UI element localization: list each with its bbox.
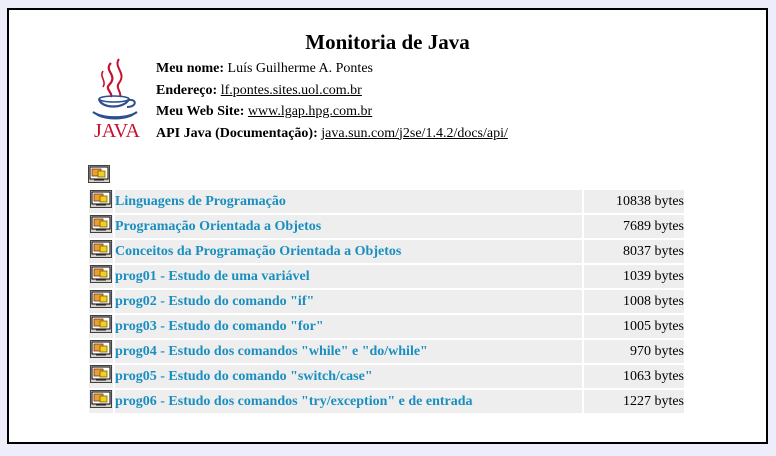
file-name-cell: prog04 - Estudo dos comandos "while" e "…	[115, 340, 582, 363]
file-size: 7689 bytes	[584, 215, 684, 238]
presentation-file-icon[interactable]	[88, 165, 110, 183]
file-size: 1008 bytes	[584, 290, 684, 313]
file-list: Linguagens de Programação 10838 bytes Prog…	[87, 188, 686, 415]
page-title: Monitoria de Java	[305, 30, 470, 54]
presentation-file-icon[interactable]	[90, 290, 112, 308]
file-size: 10838 bytes	[584, 190, 684, 213]
file-link[interactable]: prog04 - Estudo dos comandos "while" e "…	[115, 344, 428, 359]
table-row: prog01 - Estudo de uma variável 1039 byte…	[89, 265, 684, 288]
table-row: prog06 - Estudo dos comandos "try/except…	[89, 390, 684, 413]
presentation-file-icon[interactable]	[90, 340, 112, 358]
file-name-cell: prog05 - Estudo do comando "switch/case"	[115, 365, 582, 388]
presentation-file-icon[interactable]	[90, 265, 112, 283]
file-size: 970 bytes	[584, 340, 684, 363]
java-wordmark: JAVA	[94, 120, 140, 142]
file-link[interactable]: prog05 - Estudo do comando "switch/case"	[115, 369, 373, 384]
content-frame: Monitoria de Java JAVA Meu nome: Luís Gu…	[7, 8, 768, 444]
file-size: 1039 bytes	[584, 265, 684, 288]
name-label: Meu nome:	[156, 61, 225, 76]
presentation-file-icon[interactable]	[90, 190, 112, 208]
website-line: Meu Web Site: www.lgap.hpg.com.br	[156, 101, 508, 123]
author-info: Meu nome: Luís Guilherme A. Pontes Ender…	[156, 58, 508, 144]
file-name-cell: Linguagens de Programação	[115, 190, 582, 213]
file-name-cell: prog03 - Estudo do comando "for"	[115, 315, 582, 338]
table-row: Programação Orientada a Objetos 7689 byte…	[89, 215, 684, 238]
file-icon-cell	[89, 265, 113, 288]
file-name-cell: prog02 - Estudo do comando "if"	[115, 290, 582, 313]
table-row: prog04 - Estudo dos comandos "while" e "…	[89, 340, 684, 363]
address-label: Endereço:	[156, 82, 218, 98]
file-size: 1063 bytes	[584, 365, 684, 388]
file-link[interactable]: prog06 - Estudo dos comandos "try/except…	[115, 394, 473, 409]
presentation-file-icon[interactable]	[90, 390, 112, 408]
name-value: Luís Guilherme A. Pontes	[227, 61, 373, 76]
address-link[interactable]: lf.pontes.sites.uol.com.br	[221, 83, 362, 98]
file-link[interactable]: Programação Orientada a Objetos	[115, 219, 321, 234]
table-row: Linguagens de Programação 10838 bytes	[89, 190, 684, 213]
file-icon-cell	[89, 365, 113, 388]
file-link[interactable]: prog01 - Estudo de uma variável	[115, 269, 310, 284]
file-link[interactable]: Conceitos da Programação Orientada a Obj…	[115, 244, 401, 259]
file-icon-cell	[89, 290, 113, 313]
presentation-file-icon[interactable]	[90, 365, 112, 383]
presentation-file-icon[interactable]	[90, 215, 112, 233]
file-size: 1005 bytes	[584, 315, 684, 338]
file-icon-cell	[89, 315, 113, 338]
java-coffee-cup-icon	[92, 58, 138, 120]
name-line: Meu nome: Luís Guilherme A. Pontes	[156, 58, 508, 80]
file-name-cell: Programação Orientada a Objetos	[115, 215, 582, 238]
address-line: Endereço: lf.pontes.sites.uol.com.br	[156, 80, 508, 102]
file-icon-cell	[89, 240, 113, 263]
file-name-cell: prog06 - Estudo dos comandos "try/except…	[115, 390, 582, 413]
file-name-cell: Conceitos da Programação Orientada a Obj…	[115, 240, 582, 263]
file-icon-cell	[89, 215, 113, 238]
file-name-cell: prog01 - Estudo de uma variável	[115, 265, 582, 288]
file-size: 1227 bytes	[584, 390, 684, 413]
table-row: prog05 - Estudo do comando "switch/case"…	[89, 365, 684, 388]
website-label: Meu Web Site:	[156, 104, 245, 119]
file-size: 8037 bytes	[584, 240, 684, 263]
file-link[interactable]: prog03 - Estudo do comando "for"	[115, 319, 324, 334]
file-link[interactable]: prog02 - Estudo do comando "if"	[115, 294, 314, 309]
java-logo: JAVA	[89, 57, 145, 143]
file-link[interactable]: Linguagens de Programação	[115, 194, 286, 209]
table-row: Conceitos da Programação Orientada a Obj…	[89, 240, 684, 263]
presentation-file-icon[interactable]	[90, 240, 112, 258]
website-link[interactable]: www.lgap.hpg.com.br	[248, 104, 372, 119]
presentation-file-icon[interactable]	[90, 315, 112, 333]
api-label: API Java (Documentação):	[156, 125, 318, 141]
table-row: prog03 - Estudo do comando "for" 1005 byt…	[89, 315, 684, 338]
file-icon-cell	[89, 340, 113, 363]
file-icon-cell	[89, 190, 113, 213]
api-doc-link[interactable]: java.sun.com/j2se/1.4.2/docs/api/	[321, 126, 508, 141]
api-line: API Java (Documentação): java.sun.com/j2…	[156, 123, 508, 145]
file-icon-cell	[89, 390, 113, 413]
table-row: prog02 - Estudo do comando "if" 1008 byte…	[89, 290, 684, 313]
